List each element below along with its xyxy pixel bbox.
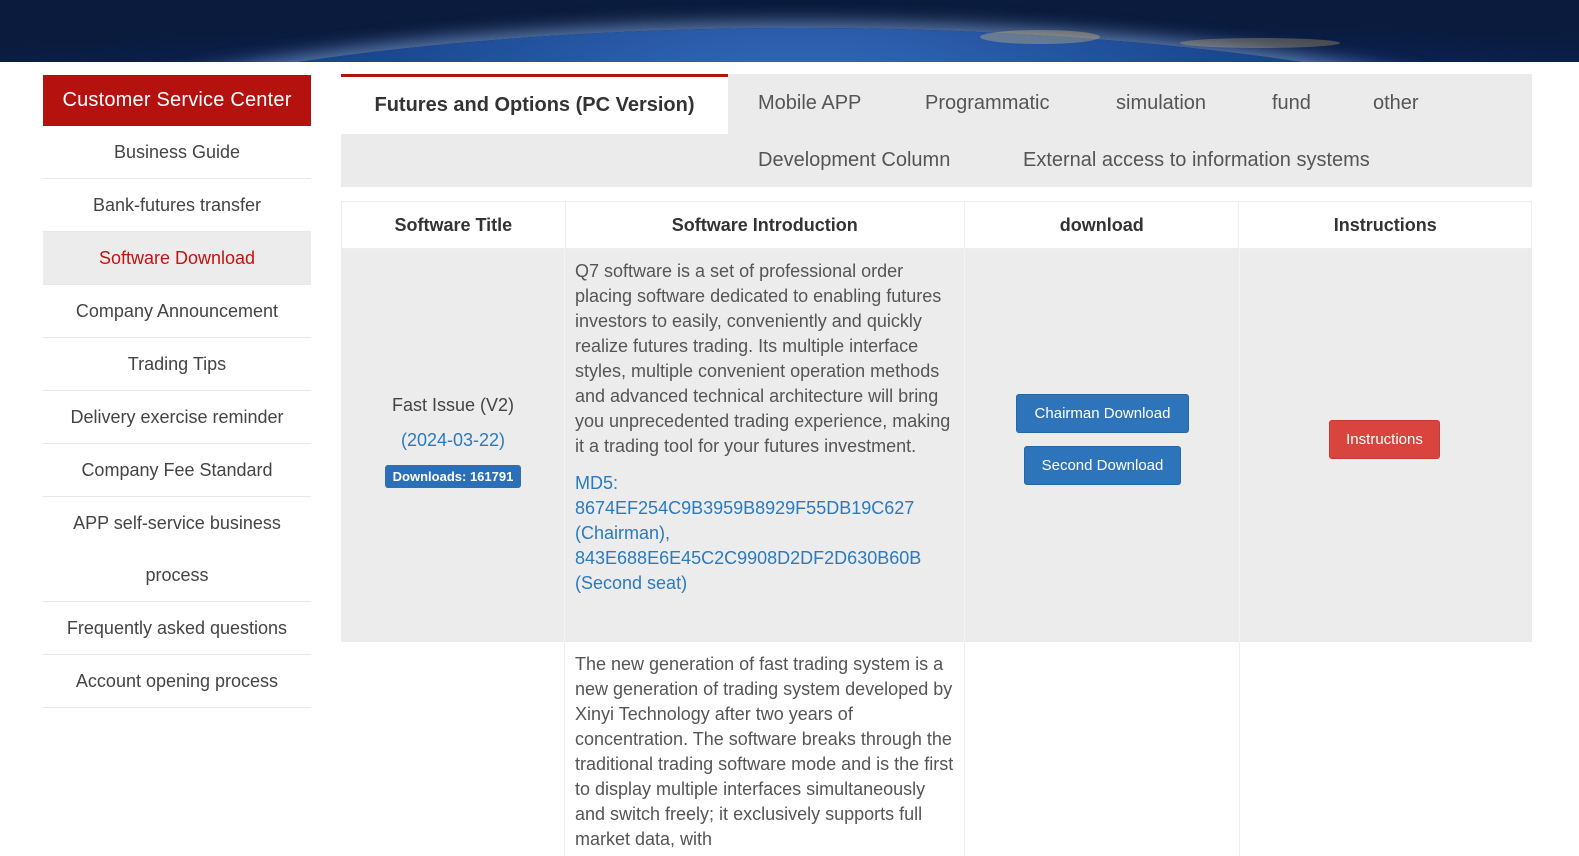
instructions-cell: Instructions [1240,249,1532,642]
sidebar-item-software-download[interactable]: Software Download [43,232,311,285]
sidebar-item-company-fee-standard[interactable]: Company Fee Standard [43,444,311,497]
table-row: Fast Issue (V2) (2024-03-22) Downloads: … [341,249,1532,642]
header-banner [0,0,1579,62]
chairman-download-button[interactable]: Chairman Download [1016,394,1189,433]
sidebar-item-trading-tips[interactable]: Trading Tips [43,338,311,391]
download-count-badge: Downloads: 161791 [384,465,522,488]
download-cell: Chairman Download Second Download [965,249,1240,642]
city-lights [980,30,1100,44]
header-instructions: Instructions [1333,214,1437,235]
sidebar-item-app-self-service[interactable]: APP self-service business process [43,497,311,602]
instructions-cell [1240,642,1532,856]
second-download-button[interactable]: Second Download [1024,446,1181,485]
download-cell [965,642,1240,856]
software-description: The new generation of fast trading syste… [575,654,954,849]
header-download: download [965,202,1240,248]
category-tabs: Futures and Options (PC Version) Mobile … [341,74,1532,187]
tab-other[interactable]: other [1373,92,1419,115]
md5-checksum: MD5: 8674EF254C9B3959B8929F55DB19C627 (C… [575,473,922,593]
tab-programmatic[interactable]: Programmatic [925,92,1049,115]
software-intro-cell: Q7 software is a set of professional ord… [565,249,965,642]
software-name: Fast Issue (V2) [391,395,515,415]
sidebar-item-bank-futures-transfer[interactable]: Bank-futures transfer [43,179,311,232]
header-software-introduction: Software Introduction [566,202,965,248]
tab-futures-options-pc[interactable]: Futures and Options (PC Version) [341,74,728,134]
software-description: Q7 software is a set of professional ord… [575,261,951,456]
tab-fund[interactable]: fund [1272,92,1311,115]
sidebar-item-account-opening[interactable]: Account opening process [43,655,311,708]
earth-graphic [0,28,1579,62]
software-title-cell: Fast Issue (V2) (2024-03-22) Downloads: … [341,249,565,642]
table-header: Software Title Software Introduction dow… [341,201,1532,249]
software-title-cell [341,642,565,856]
software-table: Software Title Software Introduction dow… [341,201,1532,856]
instructions-button[interactable]: Instructions [1329,420,1440,459]
sidebar: Customer Service Center Business Guide B… [43,75,311,708]
sidebar-item-business-guide[interactable]: Business Guide [43,126,311,179]
tab-external-access[interactable]: External access to information systems [1023,149,1370,172]
software-date: (2024-03-22) [400,430,506,450]
header-software-title: Software Title [342,202,566,248]
tab-simulation[interactable]: simulation [1116,92,1206,115]
tab-development-column[interactable]: Development Column [758,149,950,172]
table-row: The new generation of fast trading syste… [341,642,1532,856]
city-lights [1180,38,1340,48]
sidebar-item-delivery-exercise-reminder[interactable]: Delivery exercise reminder [43,391,311,444]
software-intro-cell: The new generation of fast trading syste… [565,642,965,856]
sidebar-item-company-announcement[interactable]: Company Announcement [43,285,311,338]
sidebar-item-faq[interactable]: Frequently asked questions [43,602,311,655]
tab-mobile-app[interactable]: Mobile APP [758,92,861,115]
sidebar-title: Customer Service Center [43,75,311,126]
